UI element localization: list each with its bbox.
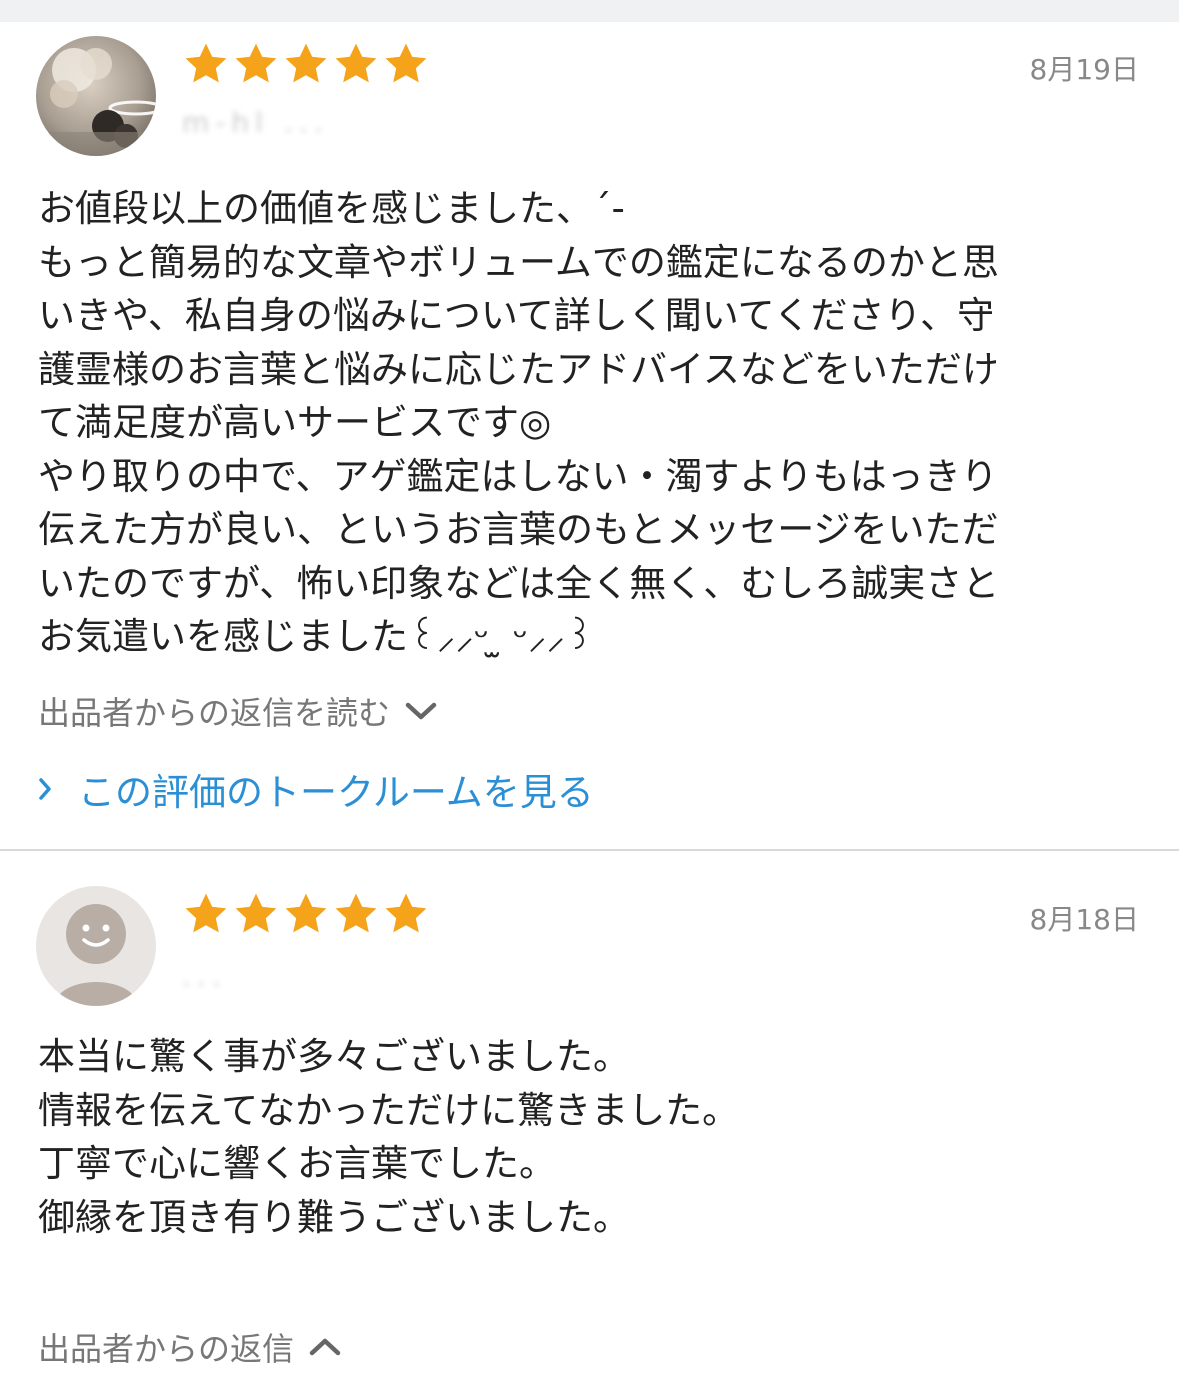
- chevron-up-icon: [309, 1338, 341, 1356]
- review-text-line: 本当に驚く事が多々ございました。: [38, 1035, 630, 1078]
- star-icon: [185, 893, 227, 933]
- review-item: 8月19日 m-hl ... お値段以上の価値を感じました、´- もっと簡易的な…: [0, 22, 1179, 850]
- review-divider: [0, 849, 1179, 851]
- review-text-line: 伝えた方が良い、というお言葉のもとメッセージをいただ: [38, 508, 999, 551]
- review-text-line: お値段以上の価値を感じました、´-: [38, 187, 625, 230]
- star-icon: [235, 893, 277, 933]
- review-text-line: いたのですが、怖い印象などは全く無く、むしろ誠実さと: [38, 561, 1000, 605]
- reply-toggle-label: 出品者からの返信: [38, 1330, 295, 1368]
- chevron-right-icon: [39, 778, 51, 800]
- reviewer-name[interactable]: m-hl ...: [182, 106, 329, 139]
- star-icon: [185, 43, 227, 83]
- view-talkroom-link[interactable]: この評価のトークルームを見る: [38, 762, 594, 816]
- star-icon: [385, 893, 427, 933]
- review-date: 8月18日: [1029, 903, 1139, 936]
- star-icon: [335, 43, 377, 83]
- star-rating: [182, 40, 430, 88]
- seller-reply-toggle[interactable]: 出品者からの返信: [38, 1324, 342, 1370]
- reviewer-avatar[interactable]: [36, 36, 156, 156]
- review-text-line: 丁寧で心に響くお言葉でした。: [38, 1142, 556, 1185]
- star-icon: [235, 43, 277, 83]
- review-text-line: お気遣いを感じました꒰⸝⸝ᵕ ̫ ᵕ⸝⸝꒱: [38, 615, 594, 658]
- review-text-line: やり取りの中で、アゲ鑑定はしない・濁すよりもはっきり: [38, 454, 998, 498]
- top-strip: [0, 0, 1179, 22]
- review-text-line: 情報を伝えてなかっただけに驚きました。: [38, 1088, 740, 1132]
- reply-toggle-label: 出品者からの返信を読む: [38, 694, 391, 732]
- review-item: 8月18日 ... 本当に驚く事が多々ございました。 情報を伝えてなかっただけに…: [0, 852, 1179, 1380]
- star-icon: [285, 43, 327, 83]
- star-rating: [182, 890, 430, 938]
- review-text-line: 御縁を頂き有り難うございました。: [38, 1195, 630, 1239]
- chevron-down-icon: [405, 702, 437, 720]
- review-text-line: て満足度が高いサービスです◎: [38, 401, 552, 444]
- star-icon: [285, 893, 327, 933]
- review-text-line: いきや、私自身の悩みについて詳しく聞いてくださり、守: [38, 294, 995, 337]
- review-text-line: 護霊様のお言葉と悩みに応じたアドバイスなどをいただけ: [38, 347, 999, 391]
- talkroom-link-label: この評価のトークルームを見る: [78, 771, 594, 814]
- review-date: 8月19日: [1029, 53, 1139, 86]
- review-body: 本当に驚く事が多々ございました。 情報を伝えてなかっただけに驚きました。 丁寧で…: [38, 1030, 1148, 1244]
- review-text-line: もっと簡易的な文章やボリュームでの鑑定になるのかと思: [38, 240, 999, 284]
- reviewer-avatar[interactable]: [36, 886, 156, 1006]
- photo-avatar-icon: [36, 36, 156, 156]
- star-icon: [335, 893, 377, 933]
- reviewer-name[interactable]: ...: [182, 960, 227, 993]
- read-seller-reply-toggle[interactable]: 出品者からの返信を読む: [38, 688, 438, 734]
- star-icon: [385, 43, 427, 83]
- review-body: お値段以上の価値を感じました、´- もっと簡易的な文章やボリュームでの鑑定になる…: [38, 182, 1148, 664]
- default-smiley-avatar-icon: [36, 886, 156, 1006]
